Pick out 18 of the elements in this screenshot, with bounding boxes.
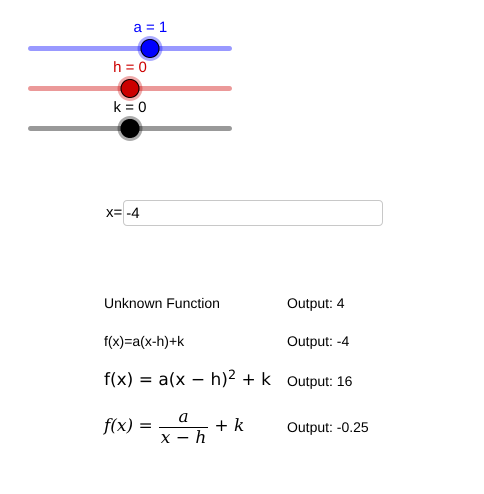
output-label: Output: -4 [287,332,350,351]
input-label: x= [106,202,122,223]
slider-label: a = 1 [134,18,168,38]
input-field[interactable]: -4 [123,200,384,226]
slider-track[interactable] [28,86,232,91]
function-label: f(x)=a(x-h)+k [104,332,184,351]
output-label: Output: 4 [287,294,345,313]
slider-track[interactable] [28,46,232,51]
slider-thumb[interactable] [120,79,140,98]
output-label: Output: -0.25 [287,418,369,437]
function-label: Unknown Function [104,294,220,312]
output-label: Output: 16 [287,372,352,391]
slider-thumb[interactable] [140,39,160,58]
formula: f(x) = a(x − h)$^{2}$ + k [104,368,271,392]
slider-label: h = 0 [113,58,147,78]
slider-thumb[interactable] [120,119,140,138]
slider-label: k = 0 [114,98,146,118]
slider-track[interactable] [28,126,232,131]
